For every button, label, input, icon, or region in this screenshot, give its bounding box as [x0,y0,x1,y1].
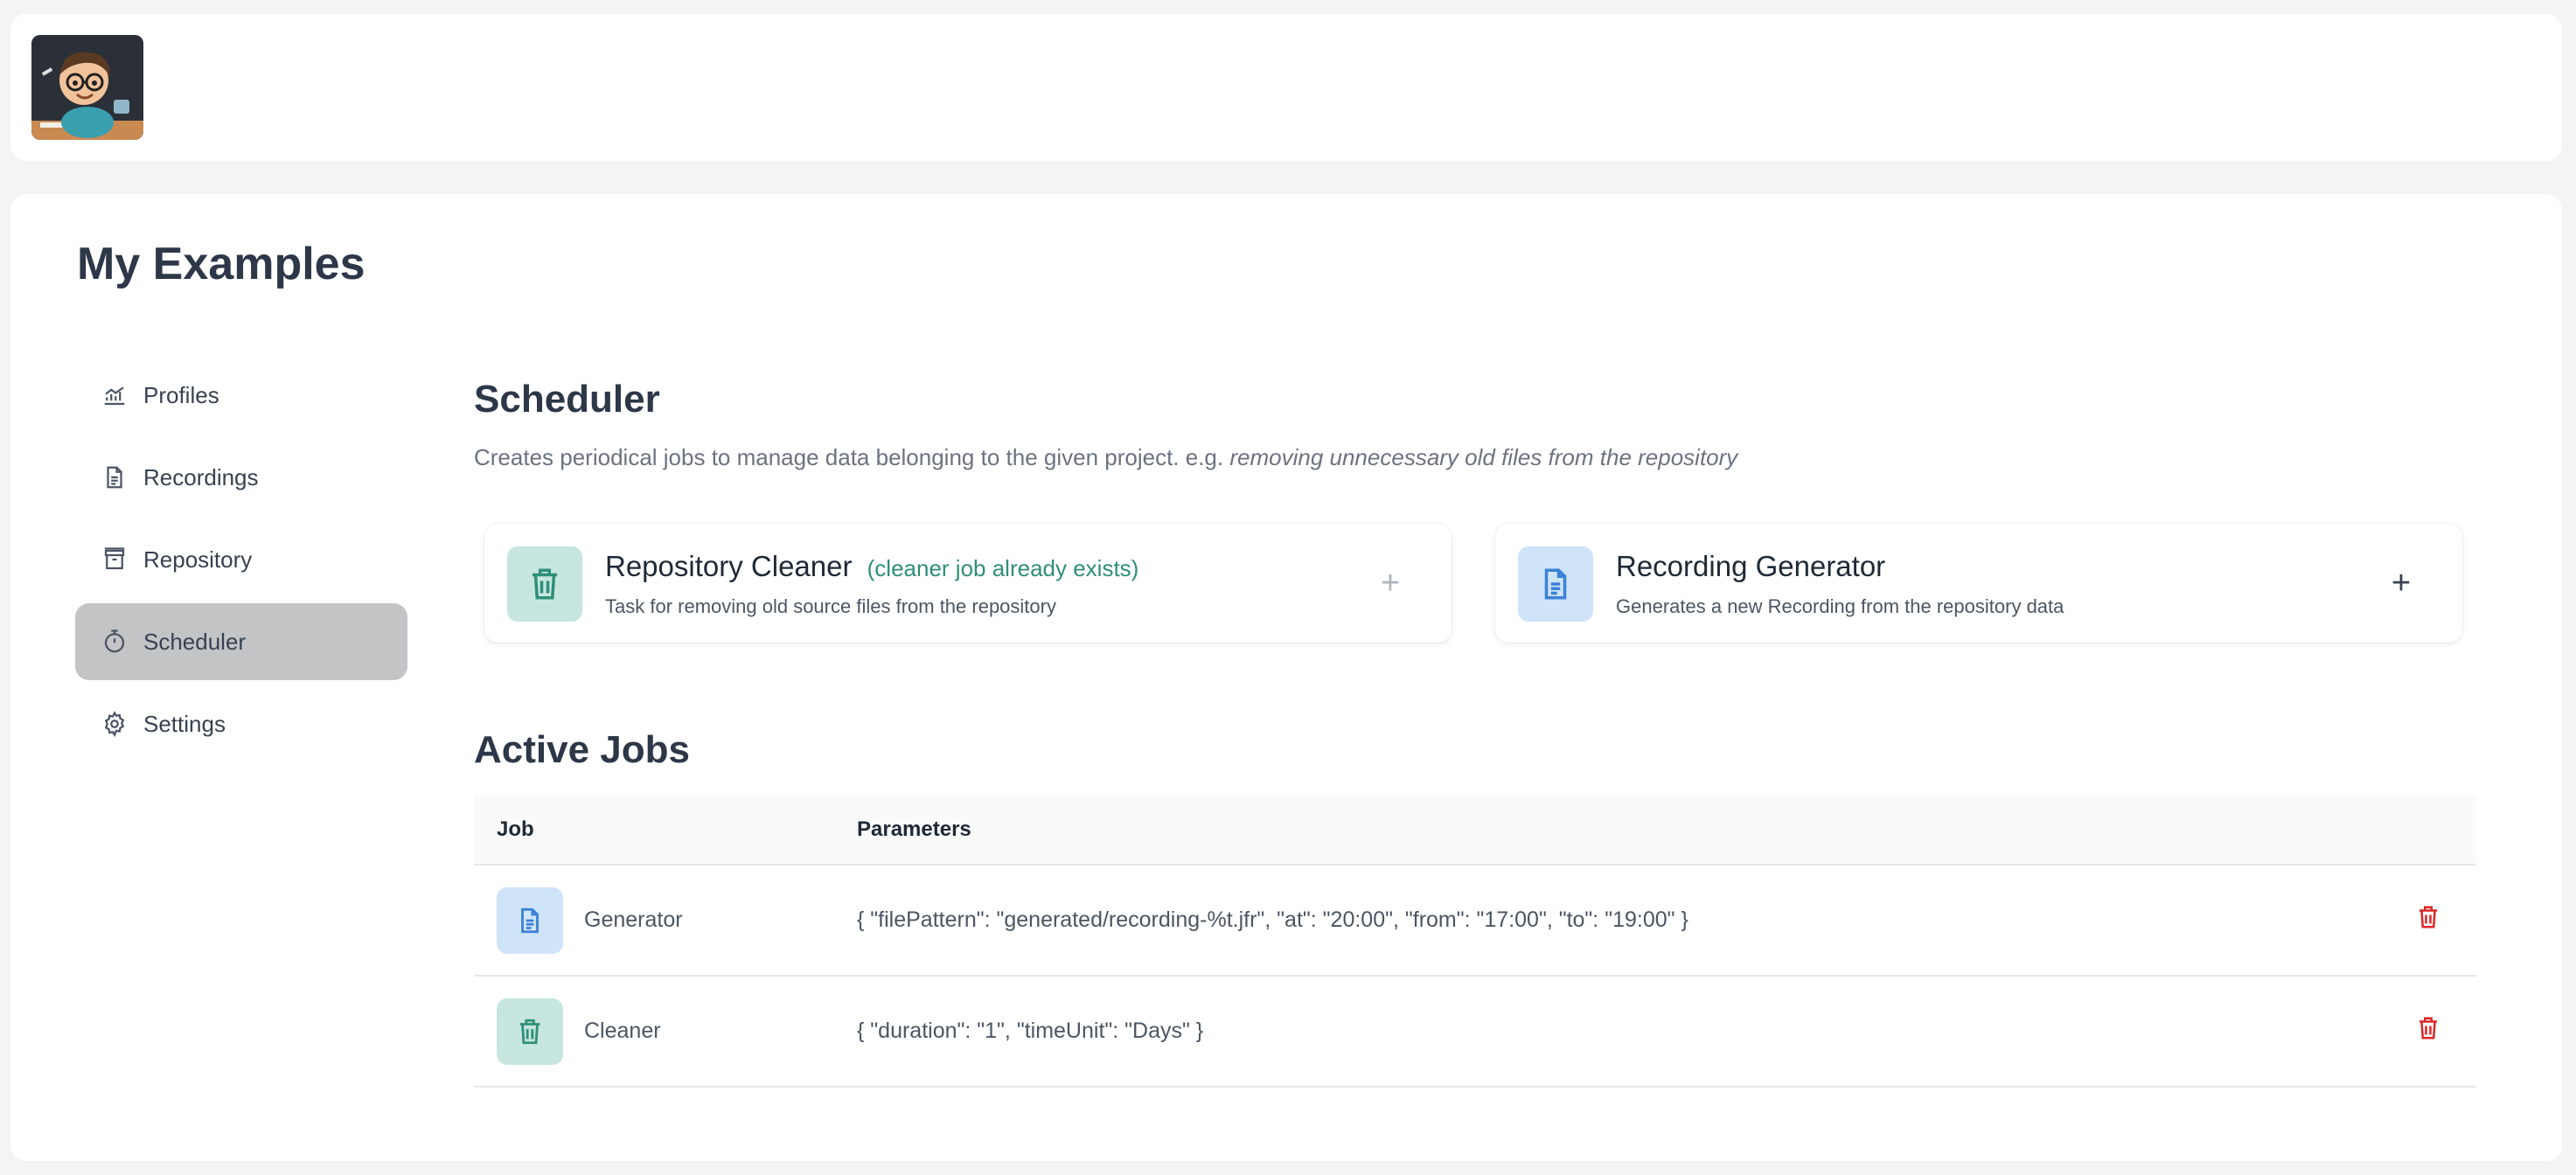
archive-icon [104,547,125,570]
delete-job-trash-icon[interactable] [2415,904,2441,930]
sidebar: Profiles Recordings Repository Scheduler [75,357,407,768]
job-cell: Cleaner [474,976,857,1088]
card-title: Recording Generator [1616,550,1885,583]
job-name: Generator [584,907,683,932]
description-text: Creates periodical jobs to manage data b… [474,444,1224,470]
table-row: Cleaner { "duration": "1", "timeUnit": "… [474,976,2476,1088]
page-title: My Examples [77,239,366,289]
description-example: removing unnecessary old files from the … [1229,444,1738,470]
add-generator-button[interactable]: + [2378,560,2424,606]
active-jobs-table: Job Parameters Generator {"filePattern"… [474,795,2476,1088]
actions-cell [2380,976,2476,1088]
document-icon [521,907,539,933]
job-type-cards: Repository Cleaner (cleaner job already … [474,524,2485,646]
card-status-note: (cleaner job already exists) [867,555,1139,581]
sidebar-item-profiles[interactable]: Profiles [75,357,407,434]
section-title: Scheduler [474,378,660,421]
scheduler-section: Scheduler Creates periodical jobs to man… [474,378,2485,1088]
card-subtitle: Task for removing old source files from … [605,595,1056,617]
logo-avatar[interactable] [31,35,143,140]
main-panel: My Examples Profiles Recordings Reposito… [10,194,2562,1161]
document-icon [1544,568,1567,600]
job-icon-container [497,998,563,1065]
job-icon-container [497,886,563,954]
sidebar-item-scheduler[interactable]: Scheduler [75,603,407,680]
gear-icon [104,711,125,737]
job-parameters: { "duration": "1", "timeUnit": "Days" } [857,976,2380,1088]
actions-cell [2380,865,2476,977]
column-header-actions [2380,795,2476,866]
delete-job-trash-icon[interactable] [2415,1015,2441,1041]
card-icon-container [507,546,582,622]
sidebar-item-recordings[interactable]: Recordings [75,439,407,516]
sidebar-item-label: Scheduler [143,628,247,655]
sidebar-item-settings[interactable]: Settings [75,685,407,762]
sidebar-item-repository[interactable]: Repository [75,521,407,598]
sidebar-item-label: Profiles [143,381,219,408]
avatar-illustration [31,35,143,140]
stopwatch-icon [104,629,125,653]
section-description: Creates periodical jobs to manage data b… [474,444,2485,471]
job-parameters: { "filePattern": "generated/recording-%t… [857,865,2380,977]
trash-icon [519,1019,540,1044]
sidebar-item-label: Recordings [143,463,259,490]
active-jobs-title: Active Jobs [474,728,690,771]
sidebar-item-label: Repository [143,546,253,573]
table-header-row: Job Parameters [474,795,2476,866]
chart-line-icon [104,386,125,406]
job-cell: Generator [474,865,857,977]
add-cleaner-button[interactable]: + [1368,560,1413,606]
table-row: Generator { "filePattern": "generated/re… [474,865,2476,977]
top-bar [10,14,2562,161]
card-title-text: Recording Generator [1616,550,1886,582]
job-name: Cleaner [584,1019,661,1043]
card-title: Repository Cleaner (cleaner job already … [605,550,1138,583]
card-repository-cleaner: Repository Cleaner (cleaner job already … [484,524,1452,643]
card-recording-generator: Recording Generator Generates a new Reco… [1495,524,2462,643]
card-title-text: Repository Cleaner [605,550,853,582]
trash-icon [533,568,557,600]
card-icon-container [1518,546,1593,622]
file-icon [107,466,122,489]
sidebar-item-label: Settings [143,710,226,737]
column-header-parameters: Parameters [857,795,2380,866]
column-header-job: Job [474,795,857,866]
card-subtitle: Generates a new Recording from the repos… [1616,595,2064,617]
